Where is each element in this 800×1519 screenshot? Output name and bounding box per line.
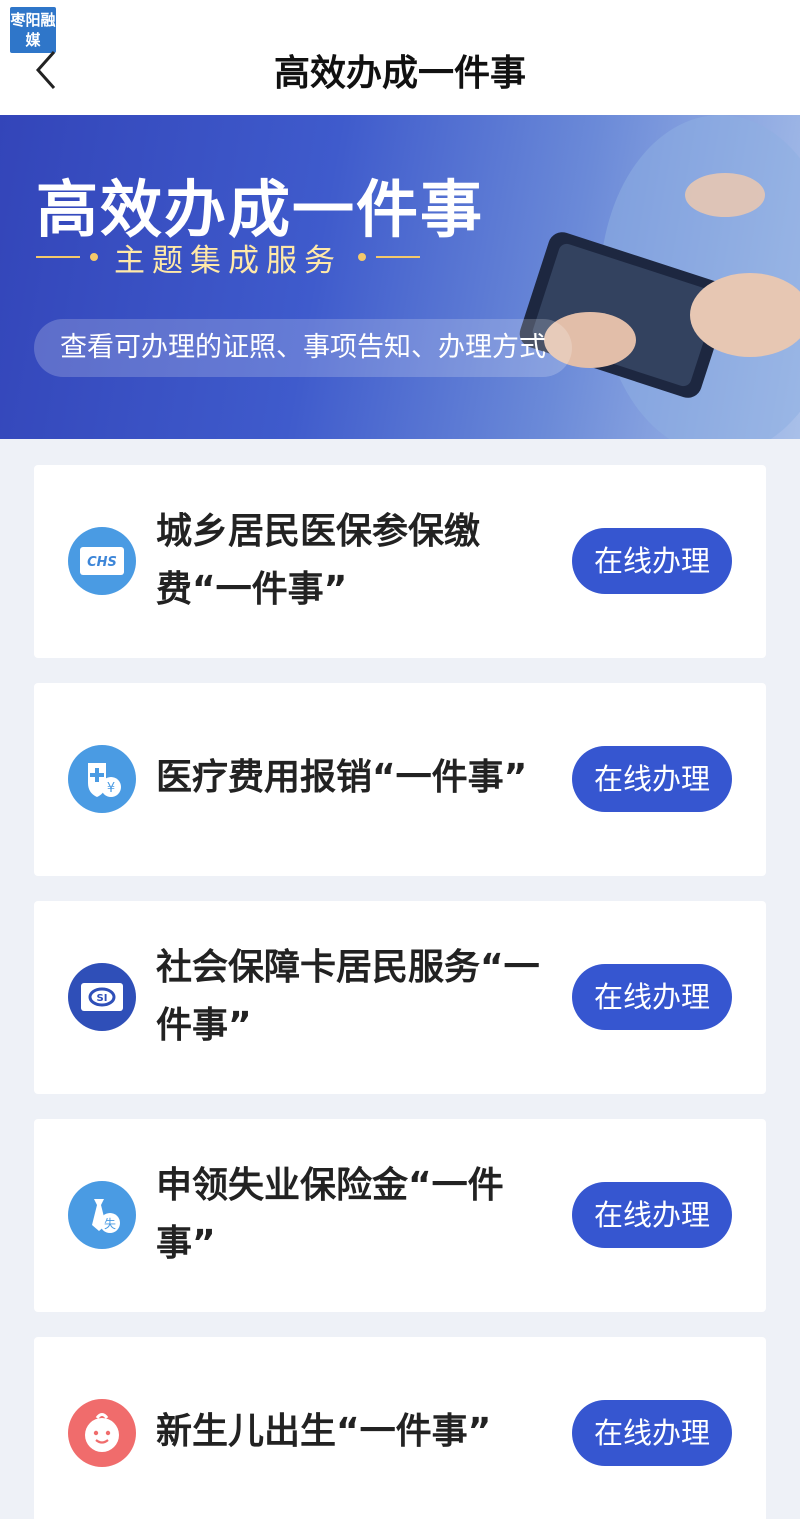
online-apply-button[interactable]: 在线办理 (572, 746, 732, 812)
top-bar: 枣阳融媒 高效办成一件事 (0, 0, 800, 115)
online-apply-button[interactable]: 在线办理 (572, 528, 732, 594)
online-apply-button[interactable]: 在线办理 (572, 1400, 732, 1466)
social-security-card-icon: SI (68, 963, 136, 1031)
service-card[interactable]: 失 申领失业保险金“一件事” 在线办理 (34, 1119, 766, 1312)
decor-line (376, 256, 420, 258)
newborn-icon (68, 1399, 136, 1467)
chs-medical-insurance-icon: CHS (68, 527, 136, 595)
service-title: 城乡居民医保参保缴费“一件事” (156, 511, 481, 610)
svg-text:CHS: CHS (87, 555, 117, 570)
service-title: 医疗费用报销“一件事” (156, 757, 528, 798)
phone-hand-illustration (519, 115, 800, 439)
banner-subtitle-row: 主题集成服务 (36, 237, 446, 279)
service-card[interactable]: CHS 城乡居民医保参保缴费“一件事” 在线办理 (34, 465, 766, 658)
page-title: 高效办成一件事 (273, 53, 526, 94)
svg-text:¥: ¥ (107, 781, 115, 796)
online-apply-button[interactable]: 在线办理 (572, 964, 732, 1030)
medical-reimbursement-icon: ¥ (68, 745, 136, 813)
svg-text:SI: SI (97, 993, 108, 1004)
info-pill[interactable]: 查看可办理的证照、事项告知、办理方式 (34, 319, 572, 377)
decor-line (36, 256, 80, 258)
service-title: 申领失业保险金“一件事” (156, 1165, 504, 1264)
svg-text:失: 失 (104, 1216, 116, 1231)
service-card[interactable]: ¥ 医疗费用报销“一件事” 在线办理 (34, 683, 766, 876)
service-title: 新生儿出生“一件事” (156, 1411, 492, 1452)
banner-subtitle: 主题集成服务 (114, 242, 342, 279)
hero-banner: 高效办成一件事 主题集成服务 查看可办理的证照、事项告知、办理方式 (0, 115, 800, 439)
online-apply-button[interactable]: 在线办理 (572, 1182, 732, 1248)
service-card[interactable]: SI 社会保障卡居民服务“一件事” 在线办理 (34, 901, 766, 1094)
decor-dot (90, 253, 98, 261)
decor-dot (358, 253, 366, 261)
service-card[interactable]: 新生儿出生“一件事” 在线办理 (34, 1337, 766, 1519)
unemployment-insurance-icon: 失 (68, 1181, 136, 1249)
service-title: 社会保障卡居民服务“一件事” (156, 947, 540, 1046)
